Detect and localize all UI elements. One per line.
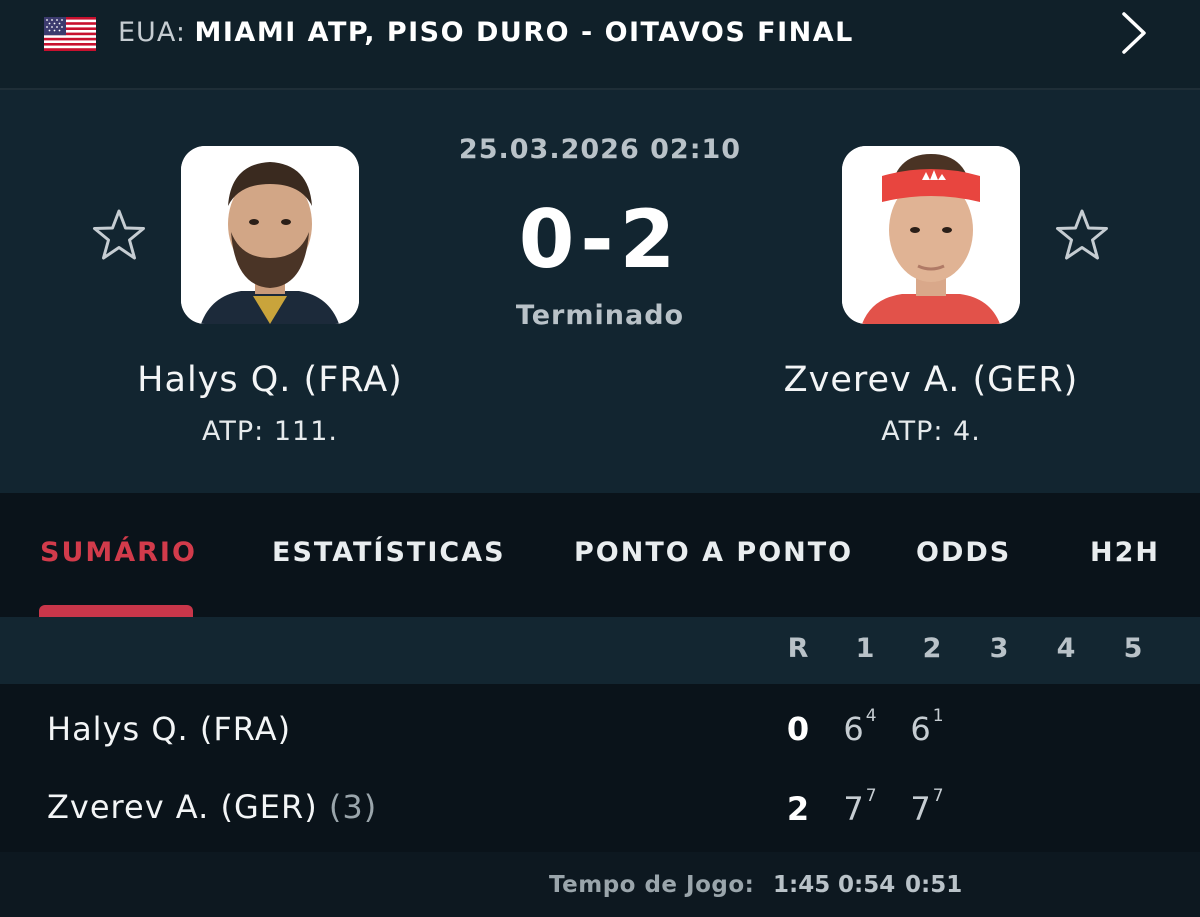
row-result: 2 — [786, 790, 810, 828]
tab-odds[interactable]: ODDS — [916, 537, 1011, 568]
away-player-name[interactable]: Zverev A. (GER) — [711, 360, 1151, 400]
scoreboard-row-player-name[interactable]: Halys Q. (FRA) — [47, 710, 291, 748]
tab-estatisticas[interactable]: ESTATÍSTICAS — [272, 537, 506, 568]
set-score: 77 — [843, 786, 877, 828]
chevron-right-icon[interactable] — [1116, 10, 1152, 56]
column-result: R — [787, 633, 809, 664]
match-header: 25.03.2026 02:10 0-2 Terminado Halys Q. … — [0, 90, 1200, 493]
column-set-3: 3 — [989, 633, 1009, 664]
tab-ponto-a-ponto[interactable]: PONTO A PONTO — [574, 537, 853, 568]
away-player-rank: ATP: 4. — [881, 416, 981, 447]
home-player-rank: ATP: 111. — [202, 416, 338, 447]
match-datetime: 25.03.2026 02:10 — [458, 134, 742, 165]
row-name: Zverev A. (GER) — [47, 788, 318, 826]
duration-set-1: 0:54 — [838, 872, 896, 898]
scoreboard-header: R 1 2 3 4 5 — [0, 617, 1200, 684]
scoreboard-row-player-name[interactable]: Zverev A. (GER) (3) — [47, 788, 377, 826]
player-photo-halys[interactable] — [181, 146, 359, 324]
set-score: 77 — [910, 786, 944, 828]
tab-h2h[interactable]: H2H — [1090, 537, 1160, 568]
player-photo-zverev[interactable] — [842, 146, 1020, 324]
usa-flag-icon — [44, 17, 96, 51]
duration-total: 1:45 — [773, 872, 831, 898]
match-score: 0-2 — [518, 193, 682, 286]
column-set-5: 5 — [1123, 633, 1143, 664]
column-set-2: 2 — [922, 633, 942, 664]
active-tab-indicator — [39, 605, 193, 617]
home-player-name[interactable]: Halys Q. (FRA) — [50, 360, 490, 400]
favorite-star-icon[interactable] — [89, 206, 149, 266]
column-set-4: 4 — [1056, 633, 1076, 664]
set-score: 64 — [843, 706, 877, 748]
league-country: EUA: — [118, 17, 186, 48]
row-seed: (3) — [328, 788, 378, 826]
row-name: Halys Q. (FRA) — [47, 710, 292, 748]
tab-sumario[interactable]: SUMÁRIO — [40, 537, 197, 568]
league-bar[interactable]: EUA: MIAMI ATP, PISO DURO - OITAVOS FINA… — [0, 0, 1200, 90]
match-status: Terminado — [515, 300, 685, 331]
duration-set-2: 0:51 — [905, 872, 963, 898]
tab-bar: SUMÁRIO ESTATÍSTICAS PONTO A PONTO ODDS … — [0, 493, 1200, 617]
player-portrait-image — [181, 146, 359, 324]
set-score: 61 — [910, 706, 944, 748]
scoreboard-rows: Halys Q. (FRA) 0 64 61 Zverev A. (GER) (… — [0, 684, 1200, 854]
league-name: MIAMI ATP, PISO DURO - OITAVOS FINAL — [194, 17, 854, 48]
row-result: 0 — [786, 710, 810, 748]
favorite-star-icon[interactable] — [1052, 206, 1112, 266]
column-set-1: 1 — [855, 633, 875, 664]
match-duration-bar: Tempo de Jogo: 1:45 0:54 0:51 — [0, 852, 1200, 917]
league-title[interactable]: EUA: MIAMI ATP, PISO DURO - OITAVOS FINA… — [118, 14, 854, 52]
duration-label: Tempo de Jogo: — [549, 872, 755, 898]
player-portrait-image — [842, 146, 1020, 324]
